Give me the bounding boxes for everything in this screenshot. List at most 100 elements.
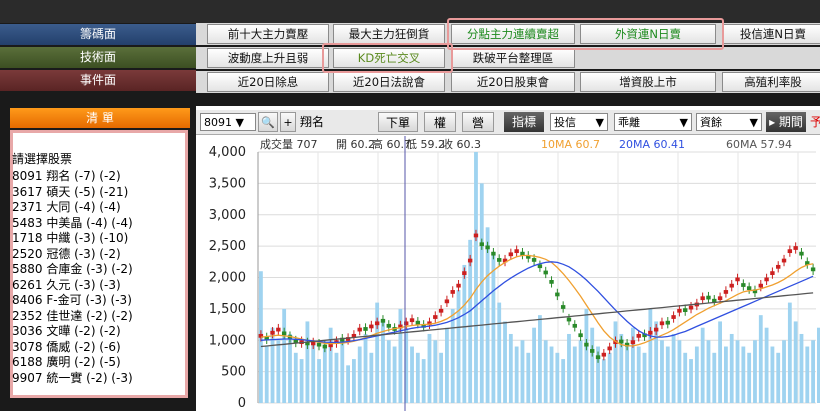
candle-body xyxy=(735,277,740,282)
candle-body xyxy=(781,258,787,263)
info-value: 收 60.3 xyxy=(442,137,481,151)
volume-bar xyxy=(526,352,531,403)
candle-body xyxy=(560,305,566,309)
volume-bar xyxy=(264,346,269,403)
volume-bar xyxy=(456,290,461,403)
menu-btn-capital-increase[interactable]: 增資股上市 xyxy=(580,72,716,92)
rights-button[interactable]: 權 xyxy=(424,112,456,132)
y-tick-label: 2,000 xyxy=(209,271,246,286)
watchlist-item[interactable]: 1718 中纖 (-3) (-10) xyxy=(12,229,128,246)
watchlist-item[interactable]: 3078 僑威 (-2) (-6) xyxy=(12,338,121,355)
volume-bar xyxy=(369,352,374,403)
volume-bar xyxy=(567,333,571,403)
period-value[interactable]: 予 xyxy=(810,113,820,131)
volume-bar xyxy=(433,340,438,403)
stock-code-input[interactable]: 8091 ▼ xyxy=(200,113,256,131)
volume-bar xyxy=(491,252,496,403)
candle-body xyxy=(810,267,816,272)
volume-bar xyxy=(764,327,769,403)
indicator-dropdown-3[interactable]: 資餘 ▼ xyxy=(696,113,762,131)
menu-btn-trust-sell[interactable]: 投信連N日賣 xyxy=(722,24,820,44)
menu-btn-volatility[interactable]: 波動度上升且弱 xyxy=(207,48,329,68)
watchlist-item[interactable]: 9907 統一實 (-2) (-3) xyxy=(12,369,133,386)
volume-bar xyxy=(741,346,746,403)
volume-bar xyxy=(700,327,705,403)
menu-btn-top10-sell[interactable]: 前十大主力賣壓 xyxy=(207,24,329,44)
watchlist-header: 清 單 xyxy=(10,108,190,128)
volume-bar xyxy=(520,340,525,403)
candle-body xyxy=(316,342,322,347)
volume-bar xyxy=(706,340,711,403)
menu-btn-break-platform[interactable]: 跌破平台整理區 xyxy=(451,48,575,68)
menu-btn-high-yield[interactable]: 高殖利率股 xyxy=(722,72,820,92)
watchlist-item[interactable]: 5880 合庫金 (-3) (-2) xyxy=(12,260,133,277)
dropdown-1-value: 投信 xyxy=(554,116,576,129)
category-chip[interactable]: 籌碼面 xyxy=(0,24,196,45)
volume-bar xyxy=(363,333,368,403)
candle-body xyxy=(607,346,612,351)
order-button[interactable]: 下單 xyxy=(378,112,418,132)
price-chart[interactable]: 4,0003,5003,0002,5002,0001,5001,0005000 … xyxy=(196,136,820,411)
candle-body xyxy=(764,277,769,282)
volume-bar xyxy=(392,346,397,403)
volume-bar xyxy=(636,346,641,403)
operations-button[interactable]: 營 xyxy=(462,112,494,132)
y-tick-label: 1,500 xyxy=(209,302,246,317)
volume-bar xyxy=(671,333,676,403)
volume-bar xyxy=(282,308,287,403)
highlight-box-kd xyxy=(322,43,453,73)
info-value: 60MA 57.94 xyxy=(726,138,792,151)
watchlist-item[interactable]: 3617 碩天 (-5) (-21) xyxy=(12,183,128,200)
candle-body xyxy=(433,315,438,319)
candle-body xyxy=(363,327,368,331)
candle-body xyxy=(462,271,467,275)
volume-bar xyxy=(799,333,804,403)
volume-bar xyxy=(549,346,554,403)
watchlist-item[interactable]: 2520 冠德 (-3) (-2) xyxy=(12,245,121,262)
volume-bar xyxy=(532,327,536,403)
volume-bar xyxy=(660,340,664,403)
watchlist-item[interactable]: 6188 廣明 (-2) (-5) xyxy=(12,353,121,370)
add-icon[interactable]: + xyxy=(280,112,296,132)
candle-body xyxy=(566,317,572,322)
watchlist-item[interactable]: 2371 大同 (-4) (-4) xyxy=(12,198,121,215)
candle-body xyxy=(450,290,455,294)
watchlist-item[interactable]: 8091 翔名 (-7) (-2) xyxy=(12,167,121,184)
candle-body xyxy=(729,283,734,288)
candle-body xyxy=(438,308,444,313)
watchlist-item[interactable]: 5483 中美晶 (-4) (-4) xyxy=(12,214,133,231)
candle-body xyxy=(281,331,287,336)
volume-bar xyxy=(625,346,629,403)
volume-bar xyxy=(601,359,606,403)
volume-bar xyxy=(747,352,752,403)
volume-bar xyxy=(584,308,589,403)
category-event[interactable]: 事件面 xyxy=(0,70,196,91)
watchlist-item[interactable]: 2352 佳世達 (-2) (-2) xyxy=(12,307,133,324)
dropdown-2-value: 乖離 xyxy=(618,116,640,129)
indicator-dropdown-2[interactable]: 乖離 ▼ xyxy=(614,113,692,131)
candle-body xyxy=(467,258,473,263)
candle-body xyxy=(770,271,775,275)
menu-btn-ex-dividend[interactable]: 近20日除息 xyxy=(207,72,329,92)
menu-btn-max-dump[interactable]: 最大主力狂倒貨 xyxy=(333,24,445,44)
candle-body xyxy=(677,308,682,313)
indicator-dropdown-1[interactable]: 投信 ▼ xyxy=(550,113,608,131)
candle-body xyxy=(723,290,729,294)
candle-body xyxy=(799,251,804,256)
watchlist-item[interactable]: 3036 文曄 (-2) (-2) xyxy=(12,322,121,339)
search-icon[interactable]: 🔍 xyxy=(258,112,278,132)
candle-body xyxy=(590,349,595,353)
watchlist-item[interactable]: 6261 久元 (-3) (-3) xyxy=(12,276,121,293)
candle-body xyxy=(485,245,490,250)
category-tech[interactable]: 技術面 xyxy=(0,47,196,68)
candle-body xyxy=(456,283,461,288)
volume-bar xyxy=(677,340,682,403)
candle-body xyxy=(671,315,676,319)
watchlist-item[interactable]: 8406 F-金可 (-3) (-3) xyxy=(12,291,132,308)
menu-btn-shareholder[interactable]: 近20日股東會 xyxy=(451,72,575,92)
candle-body xyxy=(741,283,746,287)
menu-btn-conference[interactable]: 近20日法說會 xyxy=(333,72,445,92)
info-value: 20MA 60.41 xyxy=(619,138,685,151)
period-label-text: 期間 xyxy=(778,115,803,129)
volume-bar xyxy=(793,321,798,403)
